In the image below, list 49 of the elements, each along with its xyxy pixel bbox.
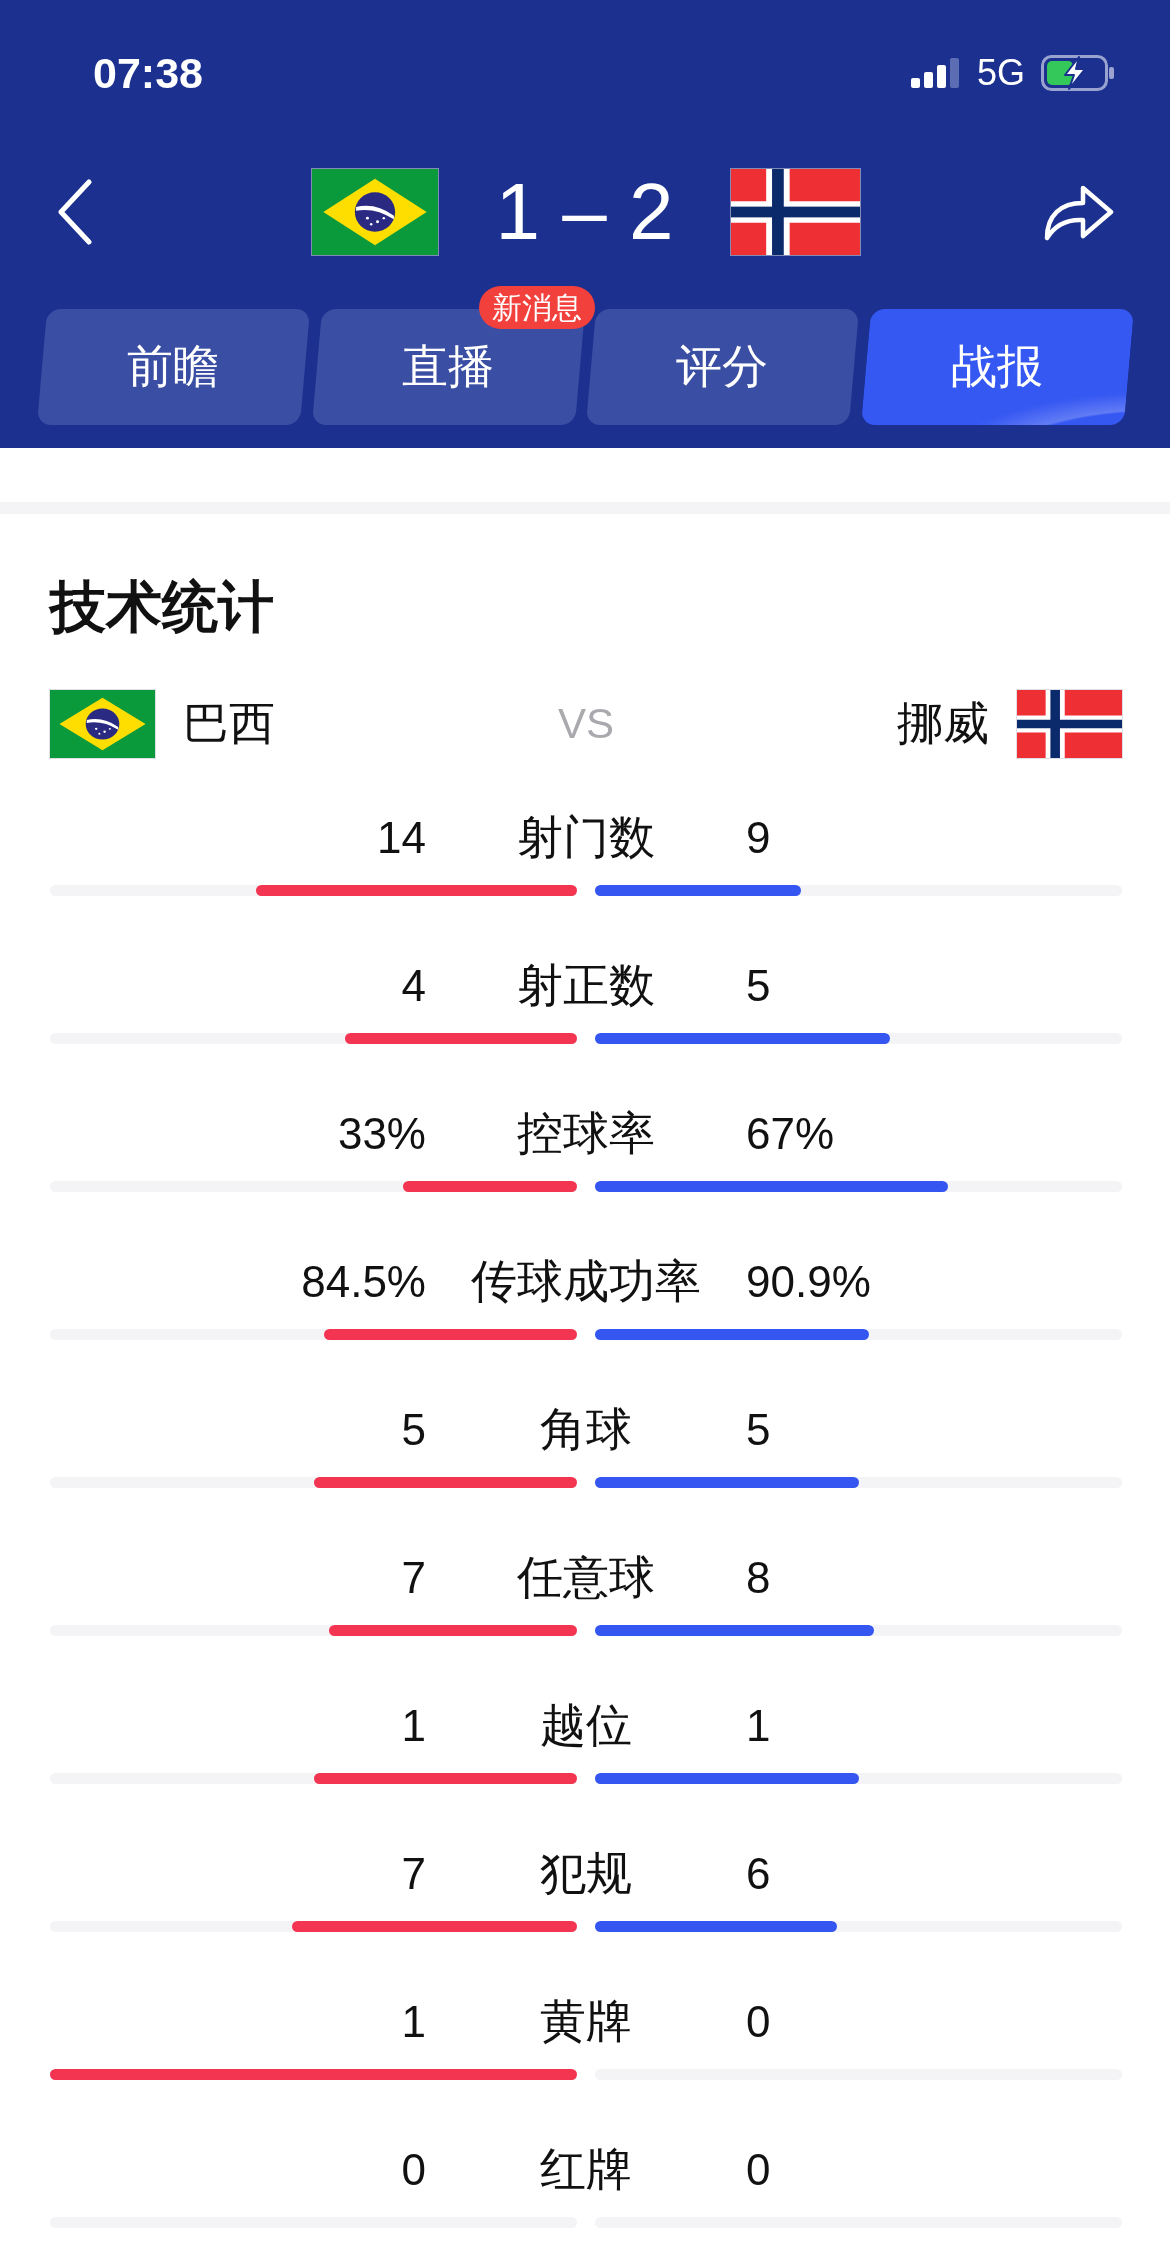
stat-label: 传球成功率 bbox=[471, 1253, 701, 1310]
stat-value: 1 bbox=[401, 1997, 426, 2047]
stat-value: 1 bbox=[401, 1701, 426, 1751]
stat-value: 0 bbox=[746, 1997, 771, 2047]
score-text: 1 – 2 bbox=[495, 166, 674, 258]
brazil-flag-icon bbox=[311, 169, 438, 255]
stat-value: 5 bbox=[746, 961, 771, 1011]
share-icon[interactable] bbox=[1043, 183, 1115, 241]
tab[interactable]: 前瞻 bbox=[36, 309, 310, 425]
stat-value: 67% bbox=[746, 1109, 835, 1159]
stat-value: 1 bbox=[746, 1701, 771, 1751]
stat-value: 0 bbox=[746, 2145, 771, 2195]
back-icon[interactable] bbox=[57, 179, 93, 245]
stat-value: 0 bbox=[401, 2145, 426, 2195]
stat-label: 越位 bbox=[540, 1697, 632, 1754]
signal-icon bbox=[910, 58, 961, 88]
stat-value: 33% bbox=[337, 1109, 426, 1159]
stat-value: 4 bbox=[401, 961, 426, 1011]
tab[interactable]: 评分 bbox=[585, 309, 859, 425]
notification-badge: 新消息 bbox=[479, 286, 595, 329]
stat-value: 6 bbox=[746, 1849, 771, 1899]
stat-value: 9 bbox=[746, 813, 771, 863]
stat-label: 红牌 bbox=[540, 2141, 632, 2198]
stat-label: 射正数 bbox=[517, 957, 655, 1014]
stat-value: 7 bbox=[401, 1553, 426, 1603]
stat-label: 射门数 bbox=[517, 809, 655, 866]
stat-label: 任意球 bbox=[517, 1549, 655, 1606]
norway-flag-icon bbox=[1017, 689, 1122, 758]
team-name: 巴西 bbox=[183, 694, 275, 752]
stat-value: 5 bbox=[746, 1405, 771, 1455]
stat-label: 犯规 bbox=[540, 1845, 632, 1902]
norway-flag-icon bbox=[731, 169, 861, 255]
stat-label: 控球率 bbox=[517, 1105, 655, 1162]
tab[interactable]: 战报 bbox=[860, 309, 1134, 425]
battery-charging-icon bbox=[1041, 55, 1115, 91]
brazil-flag-icon bbox=[50, 689, 155, 758]
status-time: 07:38 bbox=[93, 48, 203, 98]
stat-value: 84.5% bbox=[301, 1257, 426, 1307]
stat-value: 90.9% bbox=[746, 1257, 871, 1307]
stat-value: 7 bbox=[401, 1849, 426, 1899]
team-name: 挪威 bbox=[897, 694, 989, 752]
stat-label: 角球 bbox=[540, 1401, 632, 1458]
versus-label: VS bbox=[558, 699, 614, 748]
stat-label: 黄牌 bbox=[540, 1993, 632, 2050]
network-label: 5G bbox=[976, 52, 1025, 94]
stat-value: 5 bbox=[401, 1405, 426, 1455]
section-title: 技术统计 bbox=[50, 573, 275, 641]
stat-value: 14 bbox=[377, 813, 426, 863]
stat-value: 8 bbox=[746, 1553, 771, 1603]
